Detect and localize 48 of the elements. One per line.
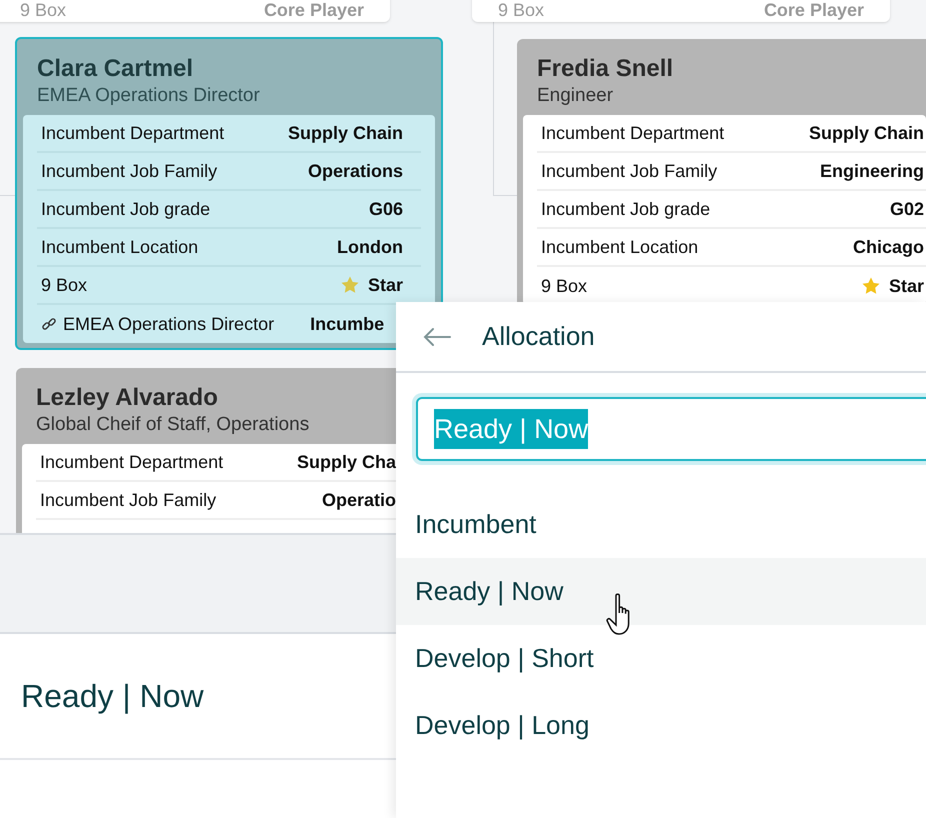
- star-icon: [340, 275, 360, 295]
- allocation-value: Ready | Now: [21, 677, 204, 716]
- field-label: Incumbent Job Family: [41, 160, 218, 183]
- field-label: Incumbent Department: [41, 122, 224, 145]
- panel-title: Allocation: [482, 320, 595, 353]
- job-title: EMEA Operations Director: [37, 84, 261, 108]
- field-value: Chicago: [852, 236, 924, 259]
- field-label: EMEA Operations Director: [63, 312, 274, 336]
- field-label: Incumbent Job grade: [541, 198, 710, 221]
- job-title: Engineer: [537, 84, 614, 108]
- field-value: Operatio: [322, 488, 396, 512]
- option-item[interactable]: Develop | Long: [396, 692, 926, 759]
- field-label: Incumbent Department: [541, 122, 724, 145]
- star-icon: [860, 276, 881, 296]
- field-label: Incumbent Location: [41, 236, 198, 258]
- option-item[interactable]: Incumbent: [396, 491, 926, 558]
- back-button[interactable]: [422, 326, 452, 346]
- field-label: 9 Box: [541, 274, 588, 298]
- field-value: Core Player: [764, 1, 864, 19]
- connector-line: [0, 195, 15, 196]
- field-label: 9 Box: [498, 1, 544, 19]
- field-label: Incumbent Location: [541, 236, 698, 258]
- link-icon: [41, 316, 57, 332]
- person-name: Clara Cartmel: [37, 55, 194, 83]
- field-label: Incumbent Department: [40, 450, 224, 474]
- field-value: Incumbe: [310, 312, 384, 336]
- field-value: G02: [890, 198, 924, 220]
- field-value: Supply Cha: [296, 450, 396, 474]
- field-label: Incumbent Job Family: [541, 160, 718, 183]
- field-label: 9 Box: [41, 274, 88, 296]
- field-value: Star: [888, 274, 924, 298]
- option-item[interactable]: Develop | Short: [396, 625, 926, 692]
- option-item[interactable]: Ready | Now: [396, 558, 926, 625]
- field-value: Supply Chain: [288, 122, 403, 145]
- field-label: Incumbent Job grade: [41, 198, 210, 221]
- job-title: Global Cheif of Staff, Operations: [36, 413, 310, 437]
- field-value: G06: [368, 198, 403, 220]
- field-value: London: [337, 236, 403, 258]
- person-card[interactable]: Clara Cartmel EMEA Operations Director Incumbent Department Supply Chain Incumbent Job Family Operations Incumbent Job grade G06 Incumbent Location London 9 Box Star EMEA Operations Director Incumbe: [15, 37, 443, 350]
- field-value: Star: [368, 274, 403, 296]
- field-label: 9 Box: [20, 1, 66, 19]
- field-value: Core Player: [264, 1, 364, 19]
- person-name: Fredia Snell: [537, 55, 674, 83]
- field-label: Incumbent Job Family: [40, 488, 216, 512]
- field-value: Supply Chain: [808, 122, 924, 145]
- field-value: Operations: [308, 160, 403, 183]
- field-value: Engineering: [820, 160, 924, 183]
- person-name: Lezley Alvarado: [36, 384, 219, 412]
